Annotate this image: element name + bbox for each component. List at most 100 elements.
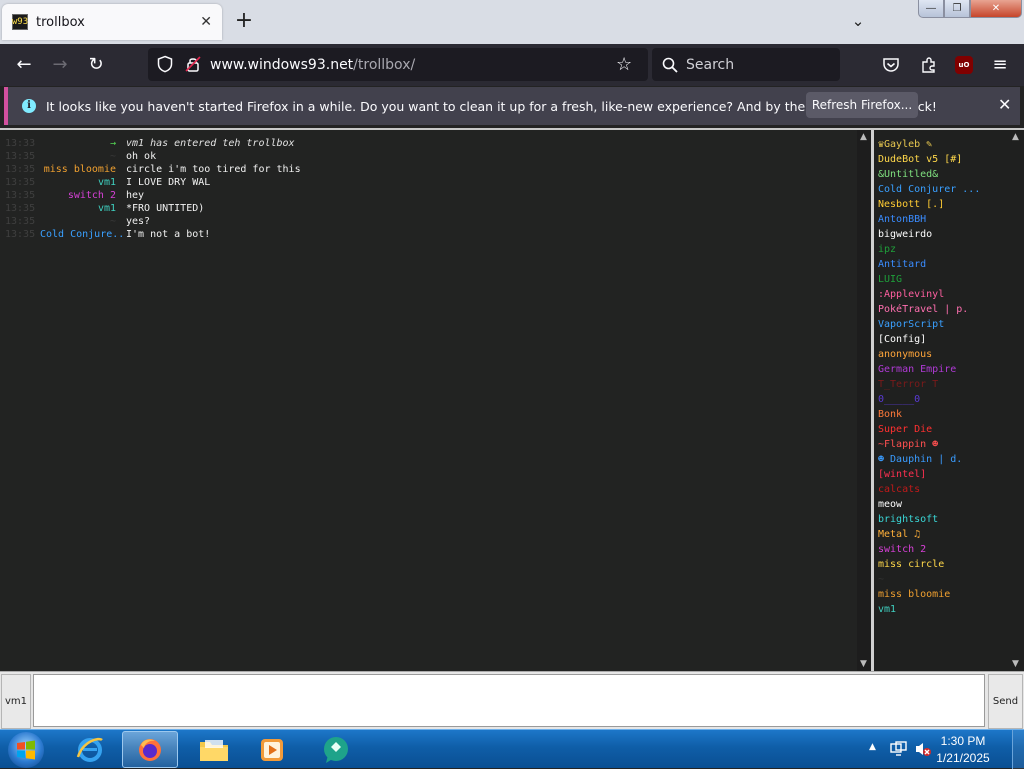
start-button[interactable] [8,732,44,768]
close-window-icon[interactable]: ✕ [970,0,1022,18]
user-list-item[interactable]: AntonBBH [878,212,1024,227]
user-list-item[interactable]: meow [878,497,1024,512]
message-time: 13:35 [5,216,36,227]
message-nick[interactable]: vm1 [40,202,126,215]
user-list-item[interactable]: 0_____0 [878,392,1024,407]
volume-muted-icon[interactable] [914,741,932,757]
clock-date[interactable]: 1/21/2025 [933,751,993,765]
network-icon[interactable] [890,741,908,757]
user-list-item[interactable]: ~ [878,572,1024,587]
message-text: oh ok [126,151,157,162]
clock-time[interactable]: 1:30 PM [933,734,993,748]
user-list-item[interactable]: vm1 [878,602,1024,617]
internet-explorer-icon [76,737,103,762]
close-tab-icon[interactable]: ✕ [200,14,212,30]
user-list-item[interactable]: VaporScript [878,317,1024,332]
list-all-tabs-icon[interactable]: ⌄ [846,10,870,34]
user-list-item[interactable]: German Empire [878,362,1024,377]
ublock-origin-icon[interactable]: uO [955,56,973,74]
chat-scrollbar[interactable]: ▲ ▼ [857,130,871,671]
user-list-item[interactable]: switch 2 [878,542,1024,557]
insecure-lock-icon[interactable] [184,55,202,73]
taskbar-firefox[interactable] [122,731,178,768]
windows-taskbar: ▲ 1:30 PM 1/21/2025 [0,729,1024,769]
forward-arrow-icon[interactable]: → [48,53,72,77]
user-list-item[interactable]: Super Die [878,422,1024,437]
tab-trollbox[interactable]: w93 trollbox ✕ [2,4,222,40]
tracking-protection-shield-icon[interactable] [156,55,174,73]
url-text[interactable]: www.windows93.net/trollbox/ [210,57,415,73]
scroll-down-arrow-icon[interactable]: ▼ [860,659,867,669]
user-list-item[interactable]: &Untitled& [878,167,1024,182]
user-list-item[interactable]: Nesbott [.] [878,197,1024,212]
user-list-scrollbar[interactable]: ▲ ▼ [1009,130,1023,671]
trollbox-favicon-icon: w93 [12,14,28,30]
user-list-item[interactable]: ipz [878,242,1024,257]
message-nick[interactable]: vm1 [40,176,126,189]
user-list-item[interactable]: Metal ♫ [878,527,1024,542]
message-time: 13:35 [5,151,36,162]
send-button[interactable]: Send [988,674,1023,729]
restore-window-icon[interactable]: ❐ [944,0,970,18]
close-notification-icon[interactable]: ✕ [998,95,1011,114]
user-list-item[interactable]: bigweirdo [878,227,1024,242]
message-nick[interactable]: ~ [40,215,126,228]
chat-message: 13:35 vm1 *FRO UNTITED) [0,202,871,215]
taskbar-app[interactable] [308,731,364,768]
message-nick[interactable]: → [40,137,126,150]
user-list-item[interactable]: T_Terror T [878,377,1024,392]
search-bar[interactable]: Search [652,48,840,81]
message-time: 13:35 [5,177,36,188]
new-tab-icon[interactable]: + [232,10,256,34]
user-list-item[interactable]: ~Flappin ☻ [878,437,1024,452]
show-hidden-icons-icon[interactable]: ▲ [869,742,876,752]
user-list-item[interactable]: [wintel] [878,467,1024,482]
message-input-row: vm1 Send [0,671,1024,729]
user-list-item[interactable]: Bonk [878,407,1024,422]
message-nick[interactable]: ~ [40,150,126,163]
search-icon [662,57,678,73]
message-nick[interactable]: switch 2 [40,189,126,202]
hamburger-menu-icon[interactable]: ≡ [988,53,1012,77]
pocket-icon[interactable] [882,56,900,74]
user-list-item[interactable]: anonymous [878,347,1024,362]
user-list-item[interactable]: DudeBot v5 [#] [878,152,1024,167]
user-list-item[interactable]: miss circle [878,557,1024,572]
chat-message: 13:35 Cold Conjure... I'm not a bot! [0,228,871,241]
message-text: yes? [126,216,151,227]
scroll-down-arrow-icon[interactable]: ▼ [1012,659,1019,669]
user-list-item[interactable]: brightsoft [878,512,1024,527]
trollbox-panel: 13:33 → vm1 has entered teh trollbox 13:35 ~… [0,128,1024,671]
message-nick[interactable]: miss bloomie [40,163,126,176]
bookmark-star-icon[interactable]: ☆ [616,54,632,75]
show-desktop-button[interactable] [1012,730,1024,769]
window-controls: ― ❐ ✕ [918,0,1024,20]
user-list-item[interactable]: ♛Gayleb ✎ [878,137,1024,152]
taskbar-internet-explorer[interactable] [62,731,118,768]
user-list-item[interactable]: [Config] [878,332,1024,347]
user-list-item[interactable]: :Applevinyl [878,287,1024,302]
user-list-item[interactable]: ☻ Dauphin | d. [878,452,1024,467]
user-list-item[interactable]: LUIG [878,272,1024,287]
nickname-button[interactable]: vm1 [1,674,31,729]
firefox-icon [139,738,161,761]
user-list-item[interactable]: miss bloomie [878,587,1024,602]
extensions-puzzle-icon[interactable] [920,56,938,74]
back-arrow-icon[interactable]: ← [12,53,36,77]
user-list-item[interactable]: PokéTravel | p. [878,302,1024,317]
taskbar-media-player[interactable] [244,731,300,768]
scroll-up-arrow-icon[interactable]: ▲ [1012,132,1019,142]
minimize-window-icon[interactable]: ― [918,0,944,18]
message-nick[interactable]: Cold Conjure... [40,228,126,241]
address-bar[interactable]: www.windows93.net/trollbox/ ☆ [148,48,648,81]
refresh-firefox-button[interactable]: Refresh Firefox... [806,92,918,118]
taskbar-file-explorer[interactable] [186,731,242,768]
user-list-item[interactable]: Antitard [878,257,1024,272]
scroll-up-arrow-icon[interactable]: ▲ [860,132,867,142]
user-list-item[interactable]: Cold Conjurer ... [878,182,1024,197]
tab-title: trollbox [36,14,85,30]
user-list-item[interactable]: calcats [878,482,1024,497]
reload-icon[interactable]: ↻ [84,53,108,77]
search-placeholder: Search [686,56,735,73]
message-input[interactable] [33,674,985,727]
